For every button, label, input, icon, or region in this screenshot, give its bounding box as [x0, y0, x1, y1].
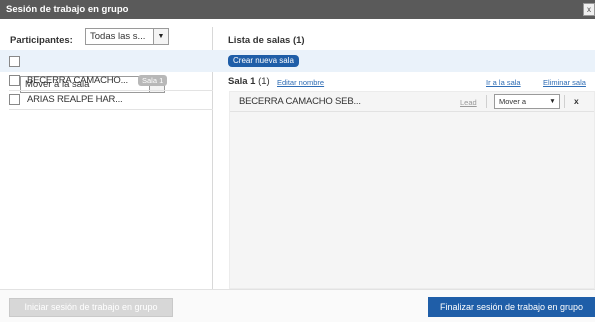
end-group-session-button[interactable]: Finalizar sesión de trabajo en grupo [428, 297, 595, 317]
close-icon[interactable]: x [583, 3, 595, 16]
participants-filter-value: Todas las s... [90, 31, 146, 42]
participants-filter-select[interactable]: Todas las s... ▼ [85, 28, 169, 45]
participant-name: ARIAS REALPE HAR... [27, 94, 123, 105]
divider [564, 95, 565, 108]
participant-name: BECERRA CAMACHO... [27, 75, 128, 86]
participants-toolbar: Mover a la sala ▼ [0, 50, 222, 93]
create-room-button[interactable]: Crear nueva sala [228, 55, 299, 67]
go-to-room-link[interactable]: Ir a la sala [486, 78, 521, 87]
participant-checkbox[interactable] [9, 75, 20, 86]
room-badge: Sala 1 [138, 75, 168, 86]
edit-room-name-link[interactable]: Editar nombre [277, 78, 324, 87]
divider [486, 95, 487, 108]
select-all-checkbox[interactable] [9, 56, 20, 67]
dialog-footer: Iniciar sesión de trabajo en grupo Final… [0, 289, 595, 322]
move-member-value: Mover a [499, 97, 527, 106]
list-item[interactable]: ARIAS REALPE HAR... [9, 91, 213, 110]
move-member-select[interactable]: Mover a ▼ [494, 94, 560, 109]
participants-list: BECERRA CAMACHO... Sala 1 ARIAS REALPE H… [9, 72, 213, 110]
lead-link[interactable]: Lead [460, 98, 477, 107]
participant-checkbox[interactable] [9, 94, 20, 105]
room-header: Sala 1 (1) Editar nombre Ir a la sala El… [219, 72, 595, 91]
rooms-panel: Lista de salas (1) Crear nueva sala Sala… [219, 27, 595, 289]
rooms-list-title: Lista de salas (1) [228, 35, 305, 46]
dialog-title: Sesión de trabajo en grupo [6, 4, 129, 15]
chevron-down-icon: ▼ [546, 95, 559, 108]
list-item[interactable]: BECERRA CAMACHO... Sala 1 [9, 72, 213, 91]
participants-label: Participantes: [10, 35, 73, 46]
delete-room-link[interactable]: Eliminar sala [543, 78, 586, 87]
participants-panel: Participantes: Todas las s... ▼ Mover a … [0, 27, 222, 289]
room-count: (1) [258, 76, 270, 87]
room-title: Sala 1 (1) [228, 76, 270, 87]
participants-header: Participantes: Todas las s... ▼ [9, 27, 213, 51]
table-row: BECERRA CAMACHO SEB... Lead Mover a ▼ x [230, 92, 594, 112]
room-members-box: BECERRA CAMACHO SEB... Lead Mover a ▼ x [229, 91, 595, 289]
chevron-down-icon: ▼ [153, 29, 168, 44]
rooms-toolbar: Crear nueva sala [219, 50, 595, 72]
room-name: Sala 1 [228, 76, 256, 87]
dialog-titlebar: Sesión de trabajo en grupo x [0, 0, 595, 19]
remove-member-button[interactable]: x [574, 96, 579, 106]
start-group-session-button[interactable]: Iniciar sesión de trabajo en grupo [9, 298, 173, 317]
member-name: BECERRA CAMACHO SEB... [239, 96, 361, 107]
